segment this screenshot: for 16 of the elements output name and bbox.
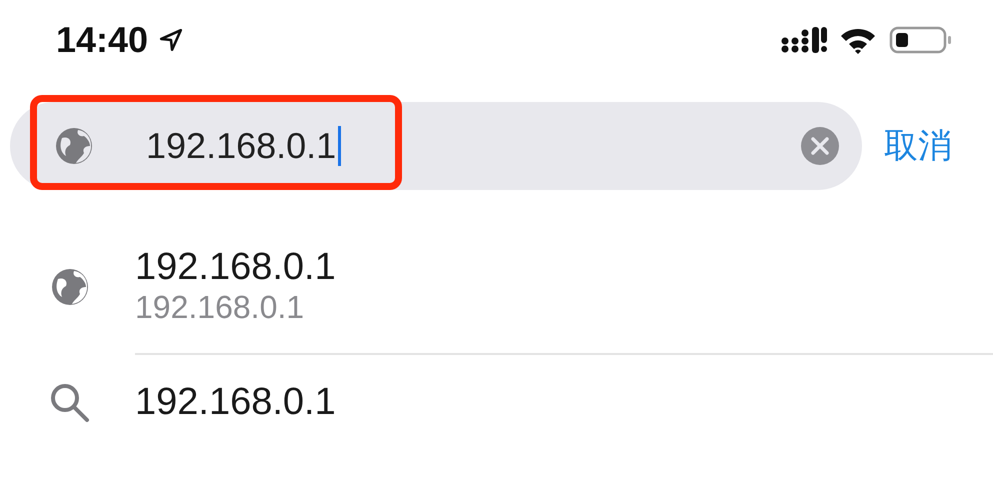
suggestion-title: 192.168.0.1 — [135, 246, 337, 288]
suggestion-item[interactable]: 192.168.0.1 192.168.0.1 — [0, 218, 993, 355]
suggestion-url: 192.168.0.1 — [135, 288, 306, 326]
search-text: 192.168.0.1 — [146, 125, 336, 167]
location-arrow-icon — [158, 27, 184, 53]
clear-icon[interactable] — [800, 126, 840, 166]
search-field[interactable]: 192.168.0.1 — [10, 102, 862, 190]
globe-icon — [50, 266, 90, 306]
battery-icon — [889, 25, 953, 55]
text-cursor — [338, 126, 342, 166]
suggestion-title: 192.168.0.1 — [135, 381, 337, 424]
globe-icon — [54, 126, 94, 166]
cancel-button[interactable]: 取消 — [884, 123, 952, 169]
status-time: 14:40 — [56, 19, 148, 61]
signal-icon — [781, 25, 827, 55]
suggestion-item[interactable]: 192.168.0.1 — [0, 355, 993, 450]
